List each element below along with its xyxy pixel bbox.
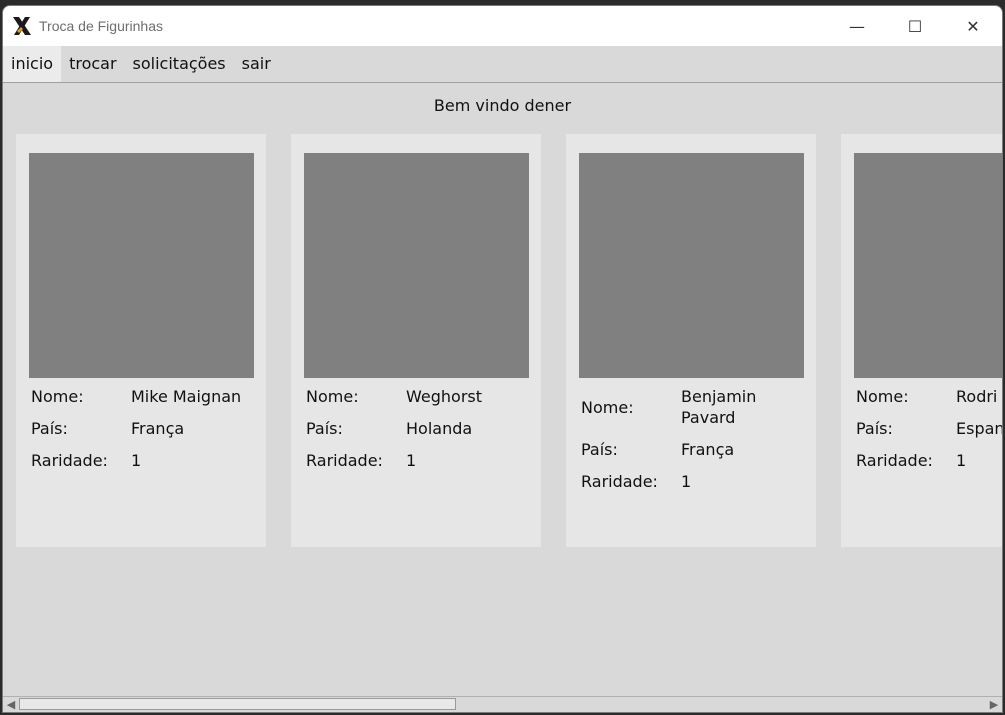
sticker-photo bbox=[304, 153, 529, 378]
window-title: Troca de Figurinhas bbox=[39, 18, 163, 34]
sticker-info: Nome: Rodri País: Espanha Raridade: 1 bbox=[856, 386, 1003, 471]
country-label: País: bbox=[31, 419, 68, 438]
sticker-cards: Nome: Mike Maignan País: França Raridade… bbox=[16, 134, 1003, 547]
rarity-label: Raridade: bbox=[306, 451, 383, 470]
country-value: França bbox=[131, 419, 185, 438]
minimize-button[interactable]: — bbox=[828, 6, 886, 46]
close-icon: ✕ bbox=[966, 16, 980, 36]
name-value: Benjamin Pavard bbox=[681, 387, 757, 427]
name-label: Nome: bbox=[581, 397, 634, 417]
welcome-message: Bem vindo dener bbox=[433, 96, 572, 115]
country-label: País: bbox=[306, 419, 343, 438]
menu-bar: inicio trocar solicitações sair bbox=[3, 46, 1002, 83]
scrollbar-thumb[interactable] bbox=[19, 698, 456, 710]
rarity-value: 1 bbox=[681, 472, 692, 491]
title-bar[interactable]: Troca de Figurinhas — ☐ ✕ bbox=[3, 6, 1002, 46]
sticker-info: Nome: Mike Maignan País: França Raridade… bbox=[31, 386, 256, 471]
rarity-value: 1 bbox=[406, 451, 417, 470]
country-label: País: bbox=[856, 419, 893, 438]
app-window: Troca de Figurinhas — ☐ ✕ inicio trocar … bbox=[2, 5, 1003, 713]
rarity-value: 1 bbox=[956, 451, 967, 470]
country-value: Espanha bbox=[956, 419, 1003, 438]
name-label: Nome: bbox=[306, 387, 359, 406]
maximize-icon: ☐ bbox=[907, 16, 923, 36]
name-value: Weghorst bbox=[406, 387, 482, 406]
name-value: Rodri bbox=[956, 387, 998, 406]
name-value: Mike Maignan bbox=[131, 387, 242, 406]
sticker-info: Nome: Benjamin Pavard País: França Rarid… bbox=[581, 386, 806, 492]
horizontal-scrollbar[interactable]: ◀ ▶ bbox=[3, 696, 1002, 712]
name-label: Nome: bbox=[31, 387, 84, 406]
menu-item-trocar[interactable]: trocar bbox=[61, 46, 124, 82]
menu-item-solicitacoes[interactable]: solicitações bbox=[125, 46, 234, 82]
maximize-button[interactable]: ☐ bbox=[886, 6, 944, 46]
sticker-photo bbox=[854, 153, 1002, 378]
close-button[interactable]: ✕ bbox=[944, 6, 1002, 46]
menu-item-sair[interactable]: sair bbox=[234, 46, 279, 82]
name-label: Nome: bbox=[856, 387, 909, 406]
sticker-card: Nome: Weghorst País: Holanda Raridade: 1 bbox=[291, 134, 541, 547]
scroll-left-icon[interactable]: ◀ bbox=[3, 697, 19, 712]
x-logo-icon bbox=[11, 15, 33, 37]
country-label: País: bbox=[581, 440, 618, 459]
rarity-label: Raridade: bbox=[856, 451, 933, 470]
sticker-info: Nome: Weghorst País: Holanda Raridade: 1 bbox=[306, 386, 531, 471]
minimize-icon: — bbox=[849, 16, 865, 36]
sticker-card: Nome: Mike Maignan País: França Raridade… bbox=[16, 134, 266, 547]
rarity-label: Raridade: bbox=[581, 472, 658, 491]
menu-item-inicio[interactable]: inicio bbox=[3, 46, 62, 82]
rarity-value: 1 bbox=[131, 451, 142, 470]
sticker-card: Nome: Rodri País: Espanha Raridade: 1 bbox=[841, 134, 1003, 547]
rarity-label: Raridade: bbox=[31, 451, 108, 470]
sticker-photo bbox=[579, 153, 804, 378]
sticker-photo bbox=[29, 153, 254, 378]
country-value: França bbox=[681, 440, 735, 459]
country-value: Holanda bbox=[406, 419, 473, 438]
sticker-card: Nome: Benjamin Pavard País: França Rarid… bbox=[566, 134, 816, 547]
scroll-right-icon[interactable]: ▶ bbox=[986, 697, 1002, 712]
